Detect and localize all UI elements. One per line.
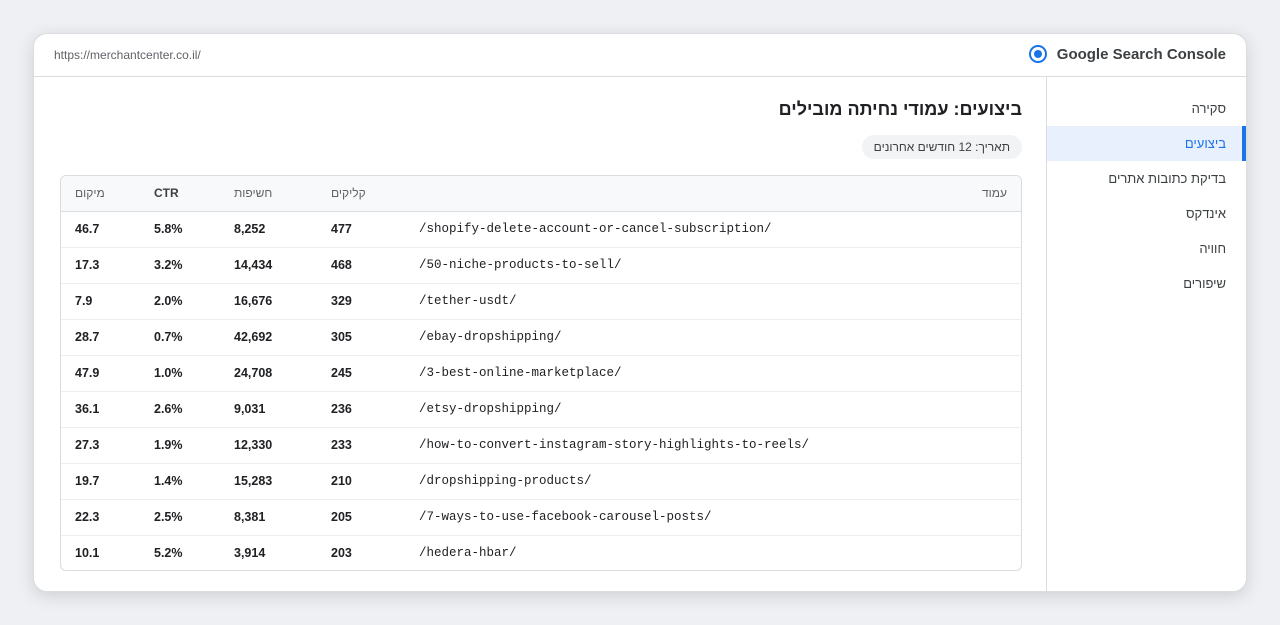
cell-impressions: 8,252	[234, 222, 266, 236]
cell-page-url[interactable]: /50-niche-products-to-sell/	[403, 246, 1021, 283]
cell-page-url[interactable]: /hedera-hbar/	[403, 534, 1021, 570]
cell-position: 7.9	[61, 282, 140, 319]
main-content: ביצועים: עמודי נחיתה מובילים תאריך: 12 ח…	[34, 77, 1048, 591]
cell-impressions: 42,692	[220, 318, 317, 355]
table-row[interactable]: 17.3 3.2% 14,434 468 /50-niche-products-…	[61, 246, 1021, 283]
column-header-impressions[interactable]: חשיפות	[220, 176, 317, 212]
cell-impressions: 16,676	[220, 282, 317, 319]
cell-position: 36.1	[61, 390, 140, 427]
property-url[interactable]: https://merchantcenter.co.il/	[54, 48, 201, 62]
sidebar-item-experience[interactable]: חוויה	[1047, 231, 1246, 266]
cell-ctr: 3.2%	[140, 246, 220, 283]
cell-page-url[interactable]: /ebay-dropshipping/	[403, 318, 1021, 355]
cell-ctr: 2.0%	[140, 282, 220, 319]
cell-position: 17.3	[61, 246, 140, 283]
cell-page-url[interactable]: /shopify-delete-account-or-cancel-subscr…	[403, 211, 1021, 247]
cell-page-url[interactable]: /tether-usdt/	[403, 282, 1021, 319]
cell-position: 46.7	[75, 222, 100, 236]
sidebar: סקירה ביצועים בדיקת כתובות אתרים אינדקס …	[1046, 77, 1246, 591]
sidebar-item-enhancements[interactable]: שיפורים	[1047, 266, 1246, 301]
cell-ctr: 0.7%	[140, 318, 220, 355]
cell-ctr: 1.9%	[140, 426, 220, 463]
cell-ctr: 5.2%	[140, 534, 220, 570]
table-row[interactable]: 28.7 0.7% 42,692 305 /ebay-dropshipping/	[61, 318, 1021, 355]
table-row[interactable]: 46.7 5.8% 8,252 477 /shopify-delete-acco…	[61, 211, 1021, 247]
cell-clicks: 210	[317, 462, 403, 499]
table-row[interactable]: 36.1 2.6% 9,031 236 /etsy-dropshipping/	[61, 390, 1021, 427]
table-row[interactable]: 7.9 2.0% 16,676 329 /tether-usdt/	[61, 282, 1021, 319]
cell-ctr: 5.8%	[154, 222, 183, 236]
cell-impressions: 8,381	[220, 498, 317, 535]
cell-page-url[interactable]: /dropshipping-products/	[403, 462, 1021, 499]
cell-ctr: 2.5%	[140, 498, 220, 535]
brand[interactable]: Google Search Console	[1028, 45, 1226, 63]
cell-impressions: 14,434	[220, 246, 317, 283]
cell-clicks: 468	[317, 246, 403, 283]
sidebar-item-performance[interactable]: ביצועים	[1047, 126, 1246, 161]
cell-page-url[interactable]: /7-ways-to-use-facebook-carousel-posts/	[403, 498, 1021, 535]
column-header-position[interactable]: מיקום	[61, 176, 140, 212]
cell-clicks: 329	[317, 282, 403, 319]
cell-page-url[interactable]: /how-to-convert-instagram-story-highligh…	[403, 426, 1021, 463]
table-row[interactable]: 47.9 1.0% 24,708 245 /3-best-online-mark…	[61, 354, 1021, 391]
search-console-logo-icon	[1028, 45, 1047, 63]
top-bar: https://merchantcenter.co.il/ Google Sea…	[34, 34, 1246, 77]
cell-impressions: 9,031	[220, 390, 317, 427]
cell-page-url[interactable]: /3-best-online-marketplace/	[403, 354, 1021, 391]
cell-position: 10.1	[61, 534, 140, 570]
landing-pages-table: מיקום CTR חשיפות קליקים עמוד 46.7 5.8% 8…	[60, 175, 1022, 571]
cell-ctr: 1.0%	[140, 354, 220, 391]
cell-impressions: 12,330	[220, 426, 317, 463]
cell-impressions: 15,283	[220, 462, 317, 499]
table-row[interactable]: 19.7 1.4% 15,283 210 /dropshipping-produ…	[61, 462, 1021, 499]
cell-position: 47.9	[61, 354, 140, 391]
cell-clicks: 233	[317, 426, 403, 463]
column-header-ctr[interactable]: CTR	[140, 176, 220, 212]
cell-position: 19.7	[61, 462, 140, 499]
cell-clicks: 477	[331, 222, 352, 236]
cell-clicks: 203	[317, 534, 403, 570]
column-header-page[interactable]: עמוד	[403, 176, 1021, 212]
brand-name: Google Search Console	[1056, 45, 1226, 63]
cell-clicks: 236	[317, 390, 403, 427]
page-title: ביצועים: עמודי נחיתה מובילים	[778, 99, 1022, 119]
cell-position: 28.7	[61, 318, 140, 355]
cell-clicks: 305	[317, 318, 403, 355]
app-window: https://merchantcenter.co.il/ Google Sea…	[33, 33, 1247, 592]
cell-clicks: 205	[317, 498, 403, 535]
sidebar-item-index[interactable]: אינדקס	[1047, 196, 1246, 231]
cell-impressions: 3,914	[220, 534, 317, 570]
cell-ctr: 1.4%	[140, 462, 220, 499]
cell-position: 22.3	[61, 498, 140, 535]
cell-ctr: 2.6%	[140, 390, 220, 427]
cell-clicks: 245	[317, 354, 403, 391]
table-row[interactable]: 10.1 5.2% 3,914 203 /hedera-hbar/	[61, 534, 1021, 570]
date-filter-chip[interactable]: תאריך: 12 חודשים אחרונים	[861, 135, 1022, 159]
sidebar-item-overview[interactable]: סקירה	[1047, 91, 1246, 126]
table-header-row: מיקום CTR חשיפות קליקים עמוד	[61, 176, 1021, 212]
table-row[interactable]: 27.3 1.9% 12,330 233 /how-to-convert-ins…	[61, 426, 1021, 463]
cell-position: 27.3	[61, 426, 140, 463]
sidebar-item-url-inspection[interactable]: בדיקת כתובות אתרים	[1047, 161, 1246, 196]
cell-page-url[interactable]: /etsy-dropshipping/	[403, 390, 1021, 427]
table-row[interactable]: 22.3 2.5% 8,381 205 /7-ways-to-use-faceb…	[61, 498, 1021, 535]
column-header-clicks[interactable]: קליקים	[317, 176, 403, 212]
cell-impressions: 24,708	[220, 354, 317, 391]
